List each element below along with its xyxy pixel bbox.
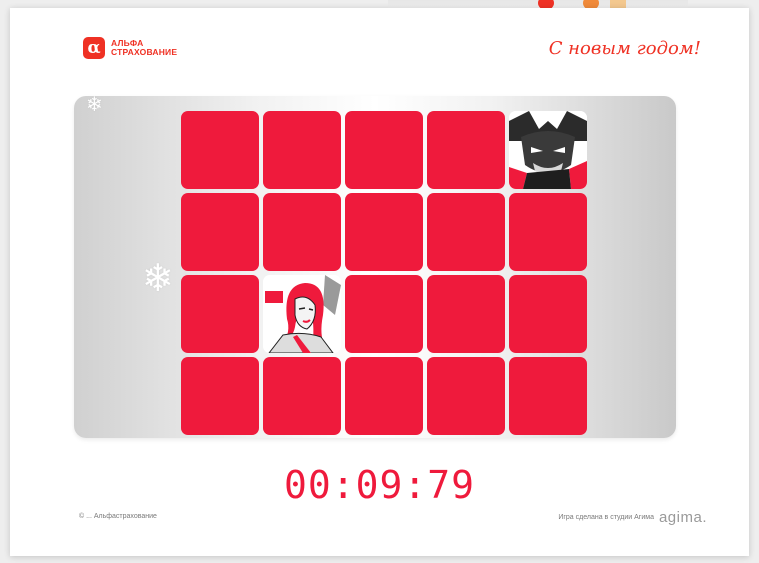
logo-text: АЛЬФА СТРАХОВАНИЕ: [111, 39, 177, 57]
card-closed[interactable]: [427, 111, 505, 189]
studio-credit[interactable]: Игра сделана в студии Агима agima.: [558, 509, 707, 526]
card-closed[interactable]: [345, 275, 423, 353]
game-board: ❄ ❄: [74, 92, 676, 438]
card-closed[interactable]: [345, 193, 423, 271]
card-closed[interactable]: [263, 193, 341, 271]
card-closed[interactable]: [509, 275, 587, 353]
studio-logo: agima.: [658, 509, 707, 526]
snowflake-icon: ❄: [142, 256, 174, 300]
greeting-title: С новым годом!: [548, 38, 701, 59]
batman-comic-icon: [509, 111, 587, 189]
game-timer: 00:09:79: [283, 463, 476, 507]
card-closed[interactable]: [263, 357, 341, 435]
card-closed[interactable]: [181, 111, 259, 189]
card-closed[interactable]: [345, 111, 423, 189]
card-open[interactable]: [263, 275, 341, 353]
red-haired-woman-comic-icon: [263, 275, 341, 353]
card-closed[interactable]: [181, 193, 259, 271]
card-closed[interactable]: [427, 275, 505, 353]
card-closed[interactable]: [509, 357, 587, 435]
brand-logo[interactable]: α АЛЬФА СТРАХОВАНИЕ: [83, 37, 177, 59]
card-closed[interactable]: [263, 111, 341, 189]
snowflake-icon: ❄: [86, 92, 103, 116]
card-closed[interactable]: [427, 357, 505, 435]
logo-line2: СТРАХОВАНИЕ: [111, 47, 178, 57]
card-closed[interactable]: [509, 193, 587, 271]
card-closed[interactable]: [345, 357, 423, 435]
card-closed[interactable]: [181, 357, 259, 435]
logo-mark: α: [83, 37, 105, 59]
card-closed[interactable]: [427, 193, 505, 271]
credit-text: Игра сделана в студии Агима: [558, 514, 654, 521]
copyright-text: © ... Альфастрахование: [79, 513, 157, 520]
card-closed[interactable]: [181, 275, 259, 353]
card-open[interactable]: [509, 111, 587, 189]
